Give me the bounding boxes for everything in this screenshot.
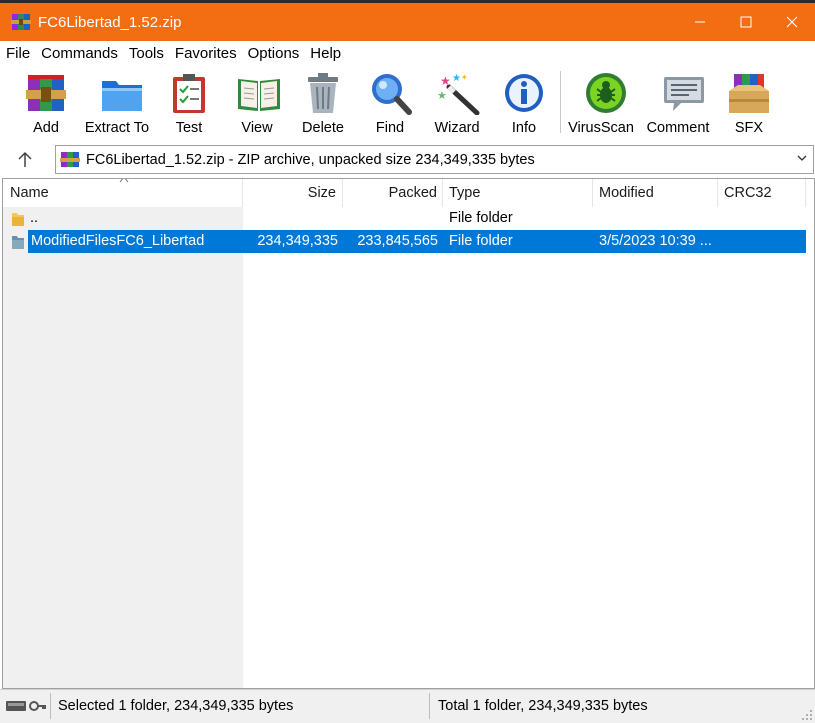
svg-text:✦: ✦ [461,73,468,82]
menu-help[interactable]: Help [305,45,346,62]
menu-commands[interactable]: Commands [36,45,123,62]
comment-label: Comment [646,120,710,136]
menu-options[interactable]: Options [243,45,305,62]
minimize-icon [695,21,705,23]
add-label: Add [33,120,59,136]
sfx-label: SFX [734,120,764,136]
status-total: Total 1 folder, 234,349,335 bytes [438,698,648,714]
row-packed: 233,845,565 [357,233,438,249]
table-row-selected[interactable]: ModifiedFilesFC6_Libertad 234,349,335 23… [3,230,814,253]
menu-bar: File Commands Tools Favorites Options He… [0,41,815,65]
delete-label: Delete [302,120,344,136]
column-header-crc32[interactable]: CRC32 [718,179,806,207]
folder-icon [12,236,24,249]
resize-grip-icon[interactable] [801,709,813,721]
zip-archive-icon [60,151,80,168]
address-bar[interactable]: FC6Libertad_1.52.zip - ZIP archive, unpa… [55,145,814,174]
row-type: File folder [449,233,513,249]
extract-to-label: Extract To [84,120,150,136]
sfx-box-icon [726,71,772,115]
maximize-icon [740,16,752,28]
toolbar-separator [560,71,561,133]
info-icon [501,71,547,115]
find-button[interactable]: Find [367,71,413,139]
find-label: Find [375,120,405,136]
view-label: View [241,120,273,136]
up-one-level-button[interactable] [14,149,36,171]
comment-button[interactable]: Comment [644,71,712,139]
chevron-down-icon[interactable] [796,152,808,164]
folder-icon [12,213,24,226]
virusscan-button[interactable]: VirusScan [568,71,634,139]
test-clipboard-icon [166,71,212,115]
svg-text:★: ★ [440,74,451,88]
maximize-button[interactable] [723,3,769,41]
window-title: FC6Libertad_1.52.zip [38,13,182,31]
trash-can-icon [300,71,346,115]
test-label: Test [175,120,203,136]
view-button[interactable]: View [231,71,283,139]
close-button[interactable] [769,3,815,41]
sfx-button[interactable]: SFX [726,71,772,139]
row-type: File folder [449,210,513,226]
address-row: FC6Libertad_1.52.zip - ZIP archive, unpa… [0,141,815,178]
toolbar: Add Extract To Test View Delete Find ★ ★… [0,65,815,141]
file-list[interactable]: Name Size Packed Type Modified CRC32 .. … [2,178,815,689]
add-button[interactable]: Add [23,71,69,139]
column-header-type[interactable]: Type [443,179,593,207]
column-name-label: Name [10,185,49,201]
view-book-icon [236,71,282,115]
virus-scan-icon [583,71,629,115]
column-header-size[interactable]: Size [243,179,343,207]
magic-wand-icon: ★ ★ ★ ✦ [435,71,481,116]
info-label: Info [511,120,537,136]
test-button[interactable]: Test [166,71,212,139]
wizard-label: Wizard [434,120,480,136]
menu-tools[interactable]: Tools [124,45,169,62]
sort-ascending-icon [119,179,129,183]
add-archive-icon [23,71,69,115]
row-name: .. [30,210,39,226]
comment-icon [661,71,707,115]
info-button[interactable]: Info [501,71,547,139]
magnifier-icon [367,71,413,115]
column-header-modified[interactable]: Modified [593,179,718,207]
row-size: 234,349,335 [257,233,338,249]
column-header-packed[interactable]: Packed [343,179,443,207]
title-bar: FC6Libertad_1.52.zip [0,3,815,41]
drive-key-icon[interactable] [5,698,47,714]
up-arrow-icon [18,151,32,167]
table-row-parent[interactable]: .. File folder [3,207,814,230]
virusscan-label: VirusScan [568,120,634,136]
minimize-button[interactable] [677,3,723,41]
status-selected: Selected 1 folder, 234,349,335 bytes [50,693,430,719]
menu-file[interactable]: File [1,45,35,62]
list-header: Name Size Packed Type Modified CRC32 [3,179,814,207]
svg-text:★: ★ [437,89,447,102]
archive-path: FC6Libertad_1.52.zip - ZIP archive, unpa… [86,151,535,168]
extract-to-button[interactable]: Extract To [84,71,150,139]
column-header-name[interactable]: Name [3,179,243,207]
delete-button[interactable]: Delete [300,71,346,139]
svg-text:★: ★ [452,73,461,84]
menu-favorites[interactable]: Favorites [170,45,242,62]
wizard-button[interactable]: ★ ★ ★ ✦ Wizard [432,71,482,139]
status-bar: Selected 1 folder, 234,349,335 bytes Tot… [0,689,815,723]
row-modified: 3/5/2023 10:39 ... [599,233,712,249]
name-column-shade [3,179,243,688]
row-name: ModifiedFilesFC6_Libertad [31,233,205,249]
extract-folder-icon [99,71,145,115]
winrar-app-icon[interactable] [11,12,31,32]
close-icon [786,16,798,28]
